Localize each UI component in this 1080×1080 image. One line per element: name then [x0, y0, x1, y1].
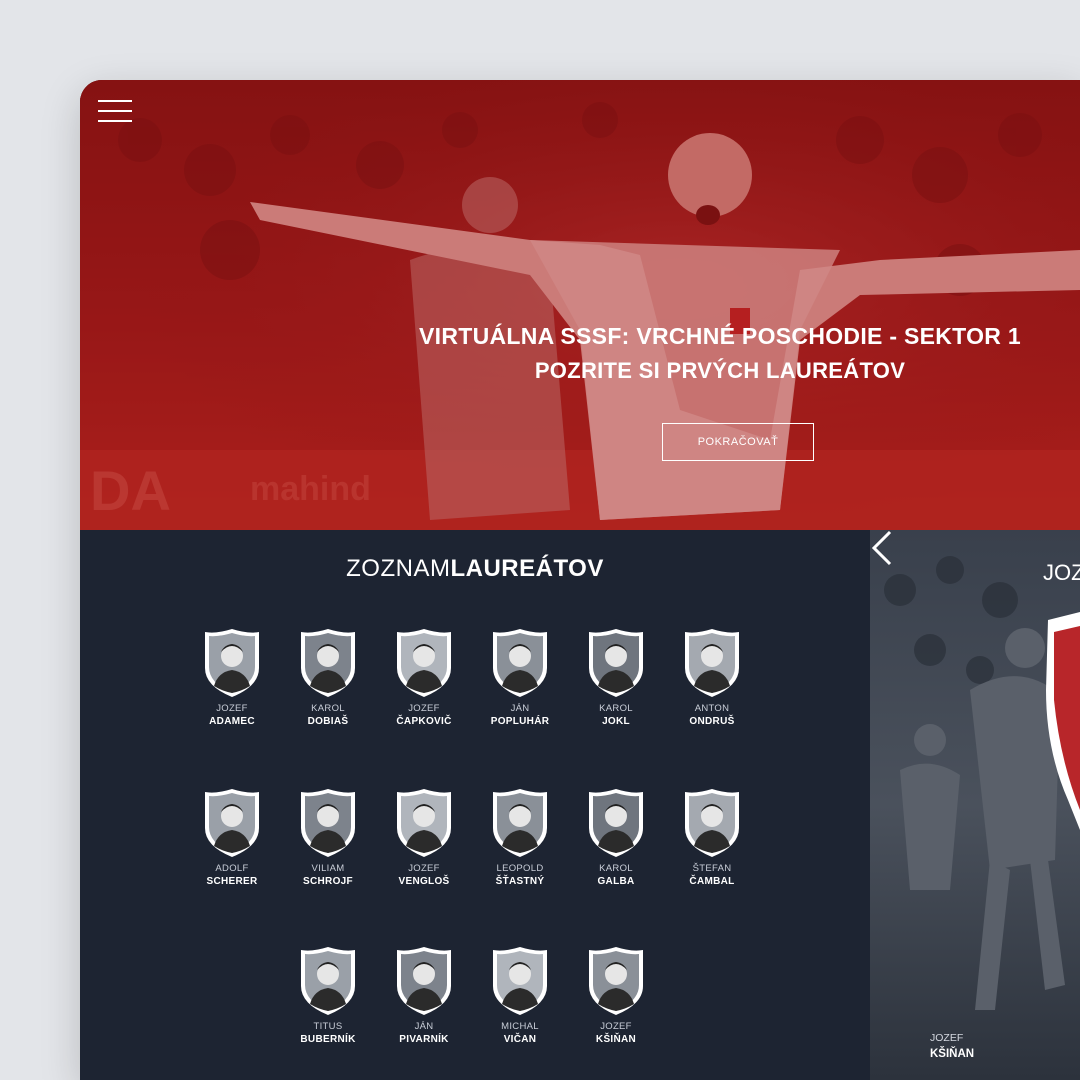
- featured-first-name: JOZEF: [930, 1032, 964, 1044]
- laureate-first-name: KAROL: [599, 703, 633, 714]
- laureate-card[interactable]: ANTON ONDRUŠ: [664, 628, 760, 727]
- laureate-portrait-icon: [205, 789, 259, 857]
- list-title-light: ZOZNAM: [346, 555, 451, 582]
- laureate-portrait-icon: [589, 629, 643, 697]
- featured-photo: [870, 530, 1080, 1080]
- laureate-portrait-icon: [397, 947, 451, 1015]
- laureate-last-name: SCHERER: [206, 876, 258, 887]
- hero-banner: DA mahind VIRTUÁLNA SSSF: VRCHNÉ POSCHOD…: [80, 80, 1080, 530]
- laureate-first-name: JOZEF: [408, 703, 440, 714]
- laureate-card[interactable]: MICHAL VIČAN: [472, 946, 568, 1045]
- laureate-first-name: ADOLF: [215, 863, 249, 874]
- laureate-first-name: JOZEF: [216, 703, 248, 714]
- laureate-first-name: KAROL: [599, 863, 633, 874]
- laureate-last-name: BUBERNÍK: [300, 1034, 356, 1045]
- laureate-card[interactable]: LEOPOLD ŠŤASTNÝ: [472, 788, 568, 887]
- laureate-card[interactable]: JÁN PIVARNÍK: [376, 946, 472, 1045]
- laureate-first-name: TITUS: [313, 1021, 343, 1032]
- laureate-card[interactable]: JÁN POPLUHÁR: [472, 628, 568, 727]
- laureate-last-name: ONDRUŠ: [689, 716, 735, 727]
- laureate-first-name: JÁN: [414, 1021, 434, 1032]
- hero-subtitle: POZRITE SI PRVÝCH LAUREÁTOV: [534, 358, 906, 383]
- laureate-first-name: ŠTEFAN: [692, 863, 732, 874]
- laureate-last-name: DOBIAŠ: [307, 716, 349, 727]
- laureate-card[interactable]: ADOLF SCHERER: [184, 788, 280, 887]
- laureate-first-name: ANTON: [694, 703, 730, 714]
- laureate-card[interactable]: TITUS BUBERNÍK: [280, 946, 376, 1045]
- laureate-last-name: ČAMBAL: [689, 876, 735, 887]
- laureate-portrait-icon: [493, 629, 547, 697]
- hero-tint: [80, 80, 1080, 530]
- laureate-portrait-icon: [493, 789, 547, 857]
- laureate-portrait-icon: [301, 789, 355, 857]
- featured-last-name: KŠIŇAN: [930, 1048, 975, 1060]
- laureate-portrait-icon: [205, 629, 259, 697]
- laureate-last-name: VIČAN: [503, 1034, 537, 1045]
- laureate-card[interactable]: JOZEF VENGLOŠ: [376, 788, 472, 887]
- laureate-card[interactable]: JOZEF ADAMEC: [184, 628, 280, 727]
- laureate-last-name: KŠIŇAN: [595, 1034, 637, 1045]
- laureate-last-name: GALBA: [597, 876, 635, 887]
- laureate-portrait-icon: [397, 629, 451, 697]
- chevron-left-icon[interactable]: [870, 530, 894, 566]
- laureate-portrait-icon: [397, 789, 451, 857]
- laureate-card[interactable]: ŠTEFAN ČAMBAL: [664, 788, 760, 887]
- laureate-last-name: POPLUHÁR: [490, 716, 550, 727]
- laureate-card[interactable]: KAROL DOBIAŠ: [280, 628, 376, 727]
- laureate-portrait-icon: [589, 789, 643, 857]
- app-window: DA mahind VIRTUÁLNA SSSF: VRCHNÉ POSCHOD…: [80, 80, 1080, 1080]
- laureate-card[interactable]: VILIAM SCHROJF: [280, 788, 376, 887]
- laureate-first-name: JOZEF: [408, 863, 440, 874]
- laureate-portrait-icon: [685, 629, 739, 697]
- laureate-last-name: ADAMEC: [209, 716, 255, 727]
- laureate-portrait-icon: [589, 947, 643, 1015]
- continue-button[interactable]: POKRAČOVAŤ: [662, 423, 814, 461]
- laureate-card[interactable]: JOZEF KŠIŇAN: [568, 946, 664, 1045]
- laureate-portrait-icon: [493, 947, 547, 1015]
- laureate-last-name: ŠŤASTNÝ: [495, 876, 545, 887]
- laureate-first-name: KAROL: [311, 703, 345, 714]
- laureate-portrait-icon: [301, 947, 355, 1015]
- hamburger-icon[interactable]: [98, 100, 132, 124]
- laureate-first-name: LEOPOLD: [496, 863, 544, 874]
- laureate-first-name: MICHAL: [501, 1021, 539, 1032]
- hero-title: VIRTUÁLNA SSSF: VRCHNÉ POSCHODIE - SEKTO…: [418, 323, 1022, 349]
- list-title-bold: LAUREÁTOV: [450, 555, 604, 582]
- laureate-card[interactable]: KAROL GALBA: [568, 788, 664, 887]
- laureate-card[interactable]: KAROL JOKL: [568, 628, 664, 727]
- laureate-first-name: JOZEF: [600, 1021, 632, 1032]
- laureate-last-name: ČAPKOVIČ: [396, 716, 452, 727]
- featured-laureate-panel: JOZ JOZEF KŠIŇAN: [870, 530, 1080, 1080]
- laureate-first-name: JÁN: [510, 703, 530, 714]
- laureate-last-name: PIVARNÍK: [399, 1034, 449, 1045]
- laureate-portrait-icon: [685, 789, 739, 857]
- laureate-last-name: VENGLOŠ: [398, 876, 450, 887]
- laureate-first-name: VILIAM: [311, 863, 345, 874]
- laureate-last-name: SCHROJF: [303, 876, 353, 887]
- list-title: ZOZNAMLAUREÁTOV: [80, 555, 870, 583]
- laureate-last-name: JOKL: [602, 716, 630, 727]
- laureate-card[interactable]: JOZEF ČAPKOVIČ: [376, 628, 472, 727]
- featured-heading: JOZ: [1043, 560, 1080, 585]
- laureate-portrait-icon: [301, 629, 355, 697]
- laureates-list: ZOZNAMLAUREÁTOV JOZEF ADAMEC KAROL DOBIAŠ JO…: [80, 530, 870, 1080]
